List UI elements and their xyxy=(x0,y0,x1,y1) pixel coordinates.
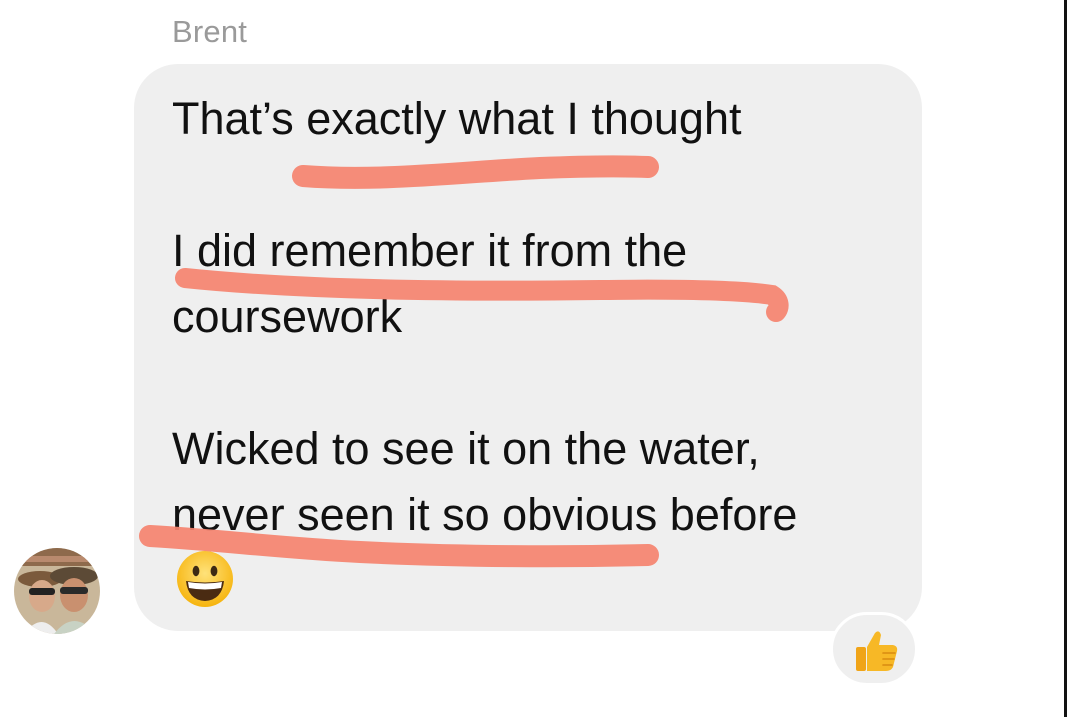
message-line-1: That’s exactly what I thought xyxy=(172,93,742,144)
sender-avatar[interactable] xyxy=(14,548,100,634)
sender-name: Brent xyxy=(172,14,248,49)
thumbs-up-emoji xyxy=(856,631,898,671)
message-line-2: I did remember it from the xyxy=(172,225,688,276)
message-line-4: Wicked to see it on the water, xyxy=(172,423,760,474)
grinning-face-emoji xyxy=(177,551,233,607)
message-line-5: never seen it so obvious before xyxy=(172,489,798,540)
avatar-photo xyxy=(14,548,100,634)
reaction-badge[interactable] xyxy=(830,612,918,686)
message-bubble[interactable] xyxy=(134,64,922,631)
message-line-3: coursework xyxy=(172,291,403,342)
